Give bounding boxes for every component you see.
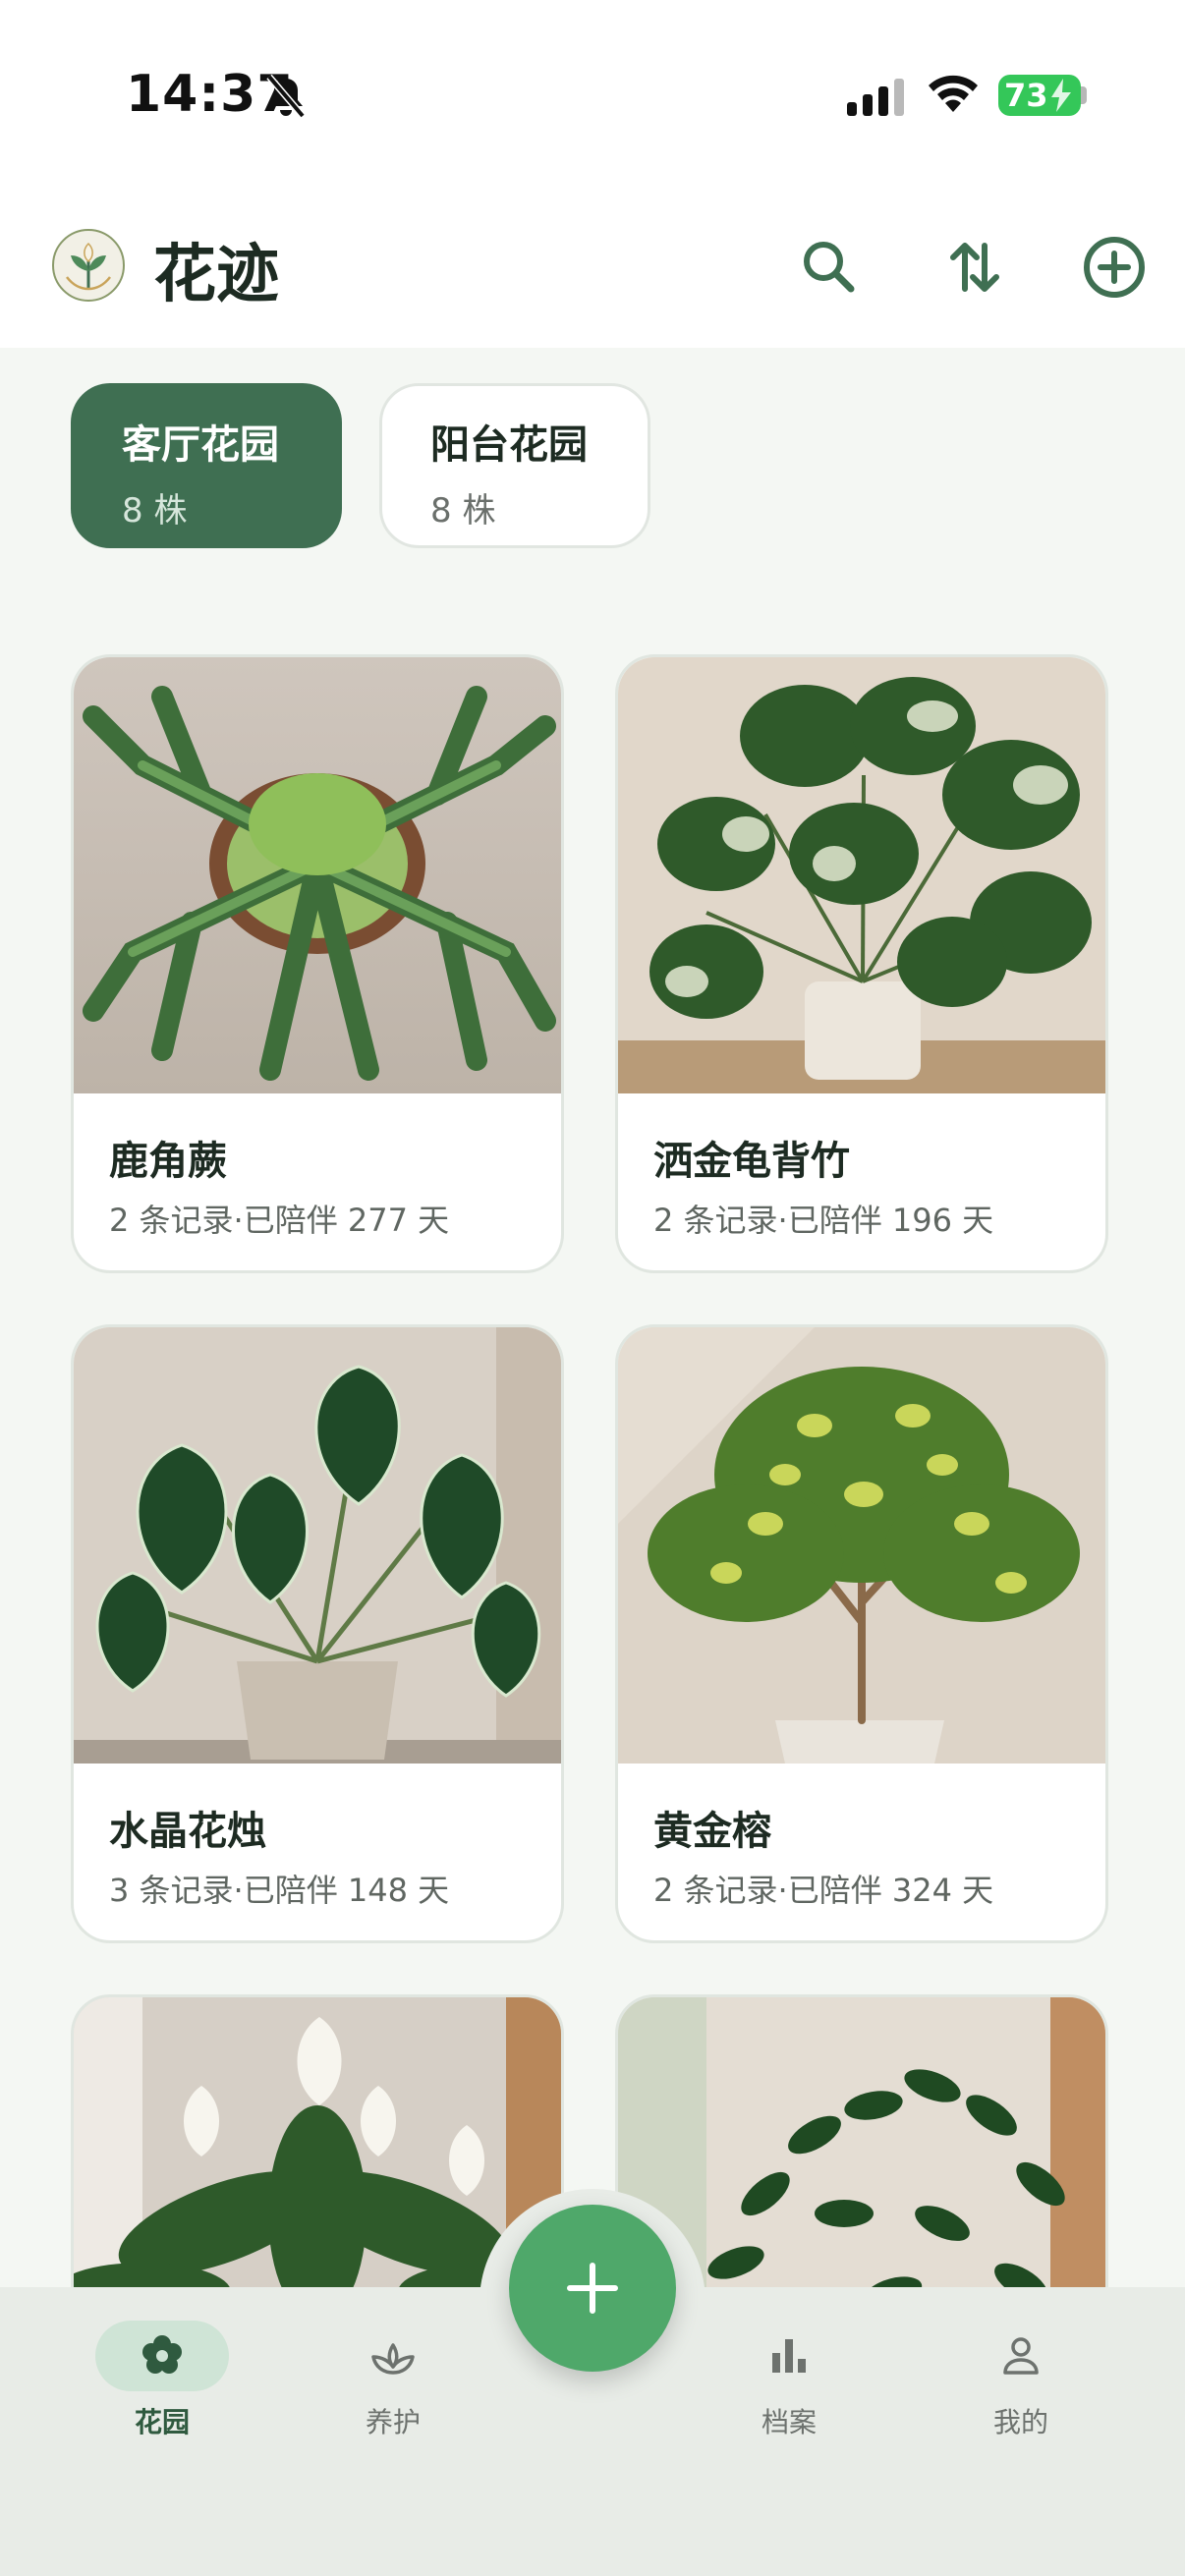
app-title: 花迹 [153, 239, 279, 311]
plant-card[interactable]: 洒金龟背竹 2 条记录·已陪伴 196 天 [615, 654, 1108, 1273]
plant-card[interactable]: 黄金榕 2 条记录·已陪伴 324 天 [615, 1324, 1108, 1943]
battery-tip [1081, 86, 1087, 104]
app-header: 花迹 [0, 187, 1185, 348]
plant-meta: 3 条记录·已陪伴 148 天 [109, 1872, 450, 1909]
add-circle-icon [1084, 237, 1145, 298]
signal-icon [847, 79, 904, 116]
plant-photo [618, 657, 1105, 1093]
flower-icon [142, 2335, 182, 2374]
plant-photo [74, 657, 561, 1093]
nav-label: 档案 [761, 2406, 817, 2438]
plant-meta: 2 条记录·已陪伴 324 天 [653, 1872, 994, 1909]
plant-name: 鹿角蕨 [109, 1139, 227, 1184]
wifi-icon [929, 75, 978, 112]
nav-item-archive[interactable]: 档案 [715, 2321, 863, 2440]
nav-icon-wrap [95, 2321, 229, 2391]
garden-tab-name: 客厅花园 [122, 422, 279, 468]
add-fab-button[interactable] [509, 2205, 676, 2372]
garden-tab-count: 8 株 [430, 491, 496, 531]
nav-item-garden[interactable]: 花园 [88, 2321, 236, 2440]
plant-name: 水晶花烛 [109, 1809, 266, 1854]
nav-item-care[interactable]: 养护 [319, 2321, 467, 2440]
nav-label: 养护 [365, 2406, 421, 2438]
nav-icon-wrap [326, 2321, 460, 2391]
garden-tab-name: 阳台花园 [430, 422, 588, 468]
add-plant-button[interactable] [1073, 226, 1156, 308]
nav-icon-wrap [722, 2321, 856, 2391]
plant-card[interactable]: 鹿角蕨 2 条记录·已陪伴 277 天 [71, 654, 564, 1273]
garden-tab-balcony[interactable]: 阳台花园 8 株 [379, 383, 650, 548]
search-icon [804, 242, 855, 293]
plant-name: 黄金榕 [653, 1809, 771, 1854]
person-icon [1003, 2337, 1039, 2375]
plant-logo-icon [52, 229, 125, 302]
plant-photo [618, 1327, 1105, 1764]
plus-icon [567, 2263, 618, 2314]
garden-tab-count: 8 株 [122, 491, 188, 531]
plant-meta: 2 条记录·已陪伴 277 天 [109, 1202, 450, 1239]
battery-level: 73 [1004, 77, 1048, 114]
plant-meta: 2 条记录·已陪伴 196 天 [653, 1202, 994, 1239]
status-bar: 14:37 73 [0, 0, 1185, 187]
bell-slash-icon [266, 74, 306, 119]
plant-card[interactable]: 水晶花烛 3 条记录·已陪伴 148 天 [71, 1324, 564, 1943]
search-button[interactable] [788, 226, 871, 308]
sort-icon [950, 243, 999, 292]
sort-button[interactable] [933, 226, 1016, 308]
nav-label: 我的 [992, 2406, 1048, 2438]
nav-icon-wrap [954, 2321, 1088, 2391]
bar-chart-icon [772, 2339, 806, 2373]
battery-charging-icon [1051, 79, 1071, 112]
plant-name: 洒金龟背竹 [653, 1139, 850, 1184]
plant-photo [74, 1327, 561, 1764]
garden-tab-living-room[interactable]: 客厅花园 8 株 [71, 383, 342, 548]
sprout-icon [371, 2343, 415, 2375]
nav-label: 花园 [134, 2406, 190, 2438]
nav-item-profile[interactable]: 我的 [947, 2321, 1095, 2440]
